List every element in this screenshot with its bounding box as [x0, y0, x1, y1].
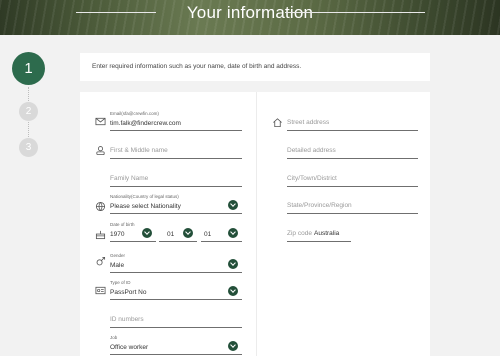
- step-3-indicator: 3: [19, 138, 38, 157]
- hero-banner: Your information: [0, 0, 500, 35]
- step-connector: [28, 87, 29, 101]
- email-value: tim.falk@findercrew.com: [110, 120, 181, 127]
- page-title: Your information: [186, 3, 314, 22]
- personal-info-form: Email(sfa@crewfin.com) tim.falk@findercr…: [80, 92, 430, 356]
- chevron-down-icon: [228, 286, 238, 296]
- job-label: Job: [110, 335, 118, 340]
- id-type-select[interactable]: Type of ID PassPort No: [110, 278, 242, 300]
- first-middle-name-placeholder: First & Middle name: [110, 147, 168, 154]
- mail-icon: [95, 116, 106, 127]
- home-icon: [272, 117, 283, 128]
- id-number-input[interactable]: ID numbers: [110, 306, 242, 328]
- hero-right-rule: [285, 12, 425, 13]
- birth-month-value: 01: [167, 231, 175, 238]
- family-name-input[interactable]: Family Name: [110, 165, 242, 187]
- chevron-down-icon: [228, 259, 238, 269]
- state-placeholder: State/Province/Region: [287, 202, 352, 209]
- birth-day-select[interactable]: 01: [201, 220, 242, 242]
- id-card-icon: [95, 285, 106, 296]
- chevron-down-icon: [142, 228, 152, 238]
- country-value: Australia: [314, 230, 340, 237]
- city-input[interactable]: City/Town/District: [287, 165, 418, 187]
- id-type-value: PassPort No: [110, 289, 147, 296]
- first-middle-name-input[interactable]: First & Middle name: [110, 137, 242, 159]
- chevron-down-icon: [228, 341, 238, 351]
- job-select[interactable]: Job Office worker: [110, 333, 242, 355]
- zip-code-placeholder: Zip code: [287, 230, 312, 237]
- chevron-down-icon: [228, 228, 238, 238]
- email-field[interactable]: Email(sfa@crewfin.com) tim.falk@findercr…: [110, 109, 242, 131]
- birth-day-value: 01: [204, 231, 212, 238]
- gender-select[interactable]: Gender Male: [110, 251, 242, 273]
- person-icon: [95, 145, 106, 156]
- gender-icon: [95, 256, 106, 267]
- job-value: Office worker: [110, 344, 149, 351]
- nationality-value: Please select Nationality: [110, 203, 181, 210]
- email-label: Email(sfa@crewfin.com): [110, 111, 159, 116]
- city-placeholder: City/Town/District: [287, 175, 337, 182]
- id-number-placeholder: ID numbers: [110, 316, 144, 323]
- step-1-indicator: 1: [12, 52, 45, 85]
- detailed-address-placeholder: Detailed address: [287, 147, 336, 154]
- step-connector: [28, 122, 29, 137]
- street-address-input[interactable]: Street address: [287, 109, 418, 131]
- state-input[interactable]: State/Province/Region: [287, 192, 418, 214]
- birth-month-select[interactable]: 01: [159, 220, 197, 242]
- instructions-text: Enter required information such as your …: [92, 63, 302, 70]
- chevron-down-icon: [183, 228, 193, 238]
- birth-year-value: 1970: [110, 231, 125, 238]
- family-name-placeholder: Family Name: [110, 175, 149, 182]
- chevron-down-icon: [228, 200, 238, 210]
- column-divider: [256, 92, 257, 356]
- gender-value: Male: [110, 262, 125, 269]
- birth-year-select[interactable]: 1970: [110, 220, 156, 242]
- id-type-label: Type of ID: [110, 280, 131, 285]
- detailed-address-input[interactable]: Detailed address: [287, 137, 418, 159]
- globe-icon: [95, 201, 106, 212]
- gender-label: Gender: [110, 253, 126, 258]
- street-address-placeholder: Street address: [287, 119, 330, 126]
- cake-icon: [95, 229, 106, 240]
- instructions-card: Enter required information such as your …: [80, 53, 430, 81]
- step-2-indicator: 2: [19, 102, 38, 121]
- nationality-label: Nationality(Country of legal status): [110, 194, 179, 199]
- nationality-select[interactable]: Nationality(Country of legal status) Ple…: [110, 192, 242, 214]
